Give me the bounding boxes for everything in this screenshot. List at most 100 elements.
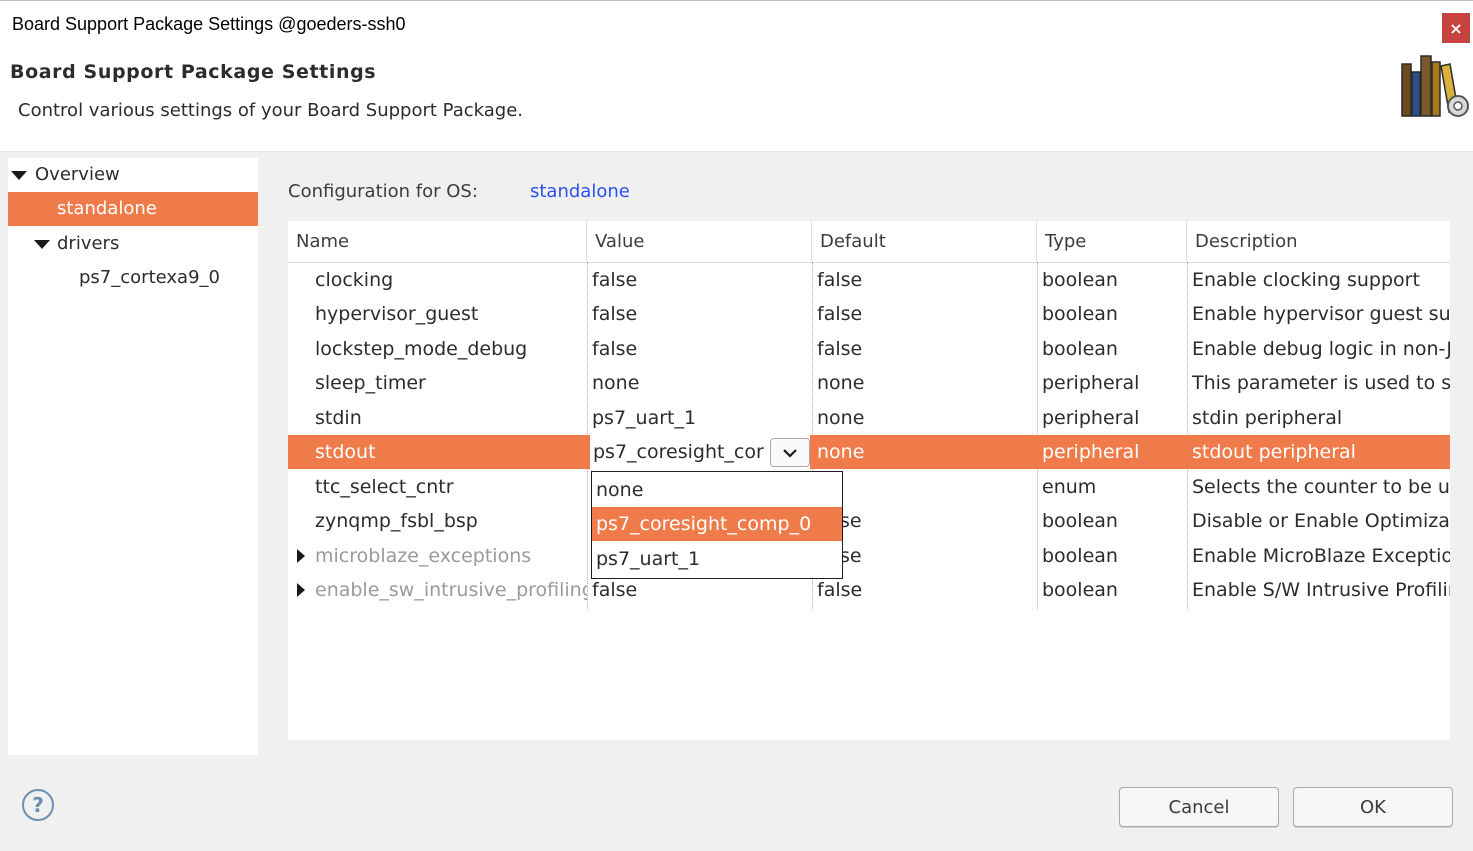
cell-type: boolean — [1042, 579, 1118, 601]
expand-arrow-icon[interactable] — [11, 171, 27, 180]
table-row[interactable]: zynqmp_fsbl_bsp se boolean Disable or En… — [288, 504, 1450, 538]
column-header-value[interactable]: Value — [587, 221, 812, 262]
cell-name: zynqmp_fsbl_bsp — [315, 510, 478, 532]
cell-description: This parameter is used to s — [1192, 372, 1450, 394]
cell-description: Enable debug logic in non-J — [1192, 338, 1450, 360]
expand-arrow-icon[interactable] — [34, 240, 50, 249]
expand-arrow-icon[interactable] — [297, 583, 305, 597]
expand-arrow-icon[interactable] — [297, 549, 305, 563]
cell-name: lockstep_mode_debug — [315, 338, 528, 360]
cell-default: false — [817, 338, 863, 360]
tree-item-drivers[interactable]: drivers — [8, 227, 258, 261]
cell-description: Enable clocking support — [1192, 269, 1420, 291]
dropdown-option[interactable]: none — [592, 473, 842, 507]
value-combo-box[interactable]: ps7_coresight_cor — [590, 435, 810, 469]
cell-type: boolean — [1042, 303, 1118, 325]
config-panel: Configuration for OS: standalone Name Va… — [288, 160, 1450, 740]
tree-item-label: drivers — [57, 233, 120, 254]
cancel-button[interactable]: Cancel — [1119, 787, 1279, 827]
cell-default: false — [817, 303, 863, 325]
cancel-button-label: Cancel — [1168, 796, 1230, 818]
cell-description: Disable or Enable Optimiza — [1192, 510, 1450, 532]
column-header-name[interactable]: Name — [288, 221, 587, 262]
combo-dropdown-button[interactable] — [770, 438, 810, 467]
table-row[interactable]: sleep_timer none none peripheral This pa… — [288, 366, 1450, 400]
cell-description: stdout peripheral — [1192, 441, 1356, 463]
table-row[interactable]: microblaze_exceptions se boolean Enable … — [288, 539, 1450, 573]
cell-default: se — [840, 545, 862, 567]
table-header: Name Value Default Type Description — [288, 221, 1450, 263]
cell-value[interactable]: false — [592, 332, 810, 366]
cell-value[interactable]: false — [592, 263, 810, 297]
cell-description: Selects the counter to be u — [1192, 476, 1450, 498]
chevron-down-icon — [783, 448, 797, 458]
cell-default: false — [817, 579, 863, 601]
close-icon: × — [1449, 18, 1463, 38]
table-row[interactable]: ttc_select_cntr enum Selects the counter… — [288, 470, 1450, 504]
table-row[interactable]: stdin ps7_uart_1 none peripheral stdin p… — [288, 401, 1450, 435]
cell-type: boolean — [1042, 338, 1118, 360]
cell-value[interactable]: ps7_uart_1 — [592, 401, 810, 435]
cell-default: false — [817, 269, 863, 291]
table-row[interactable]: hypervisor_guest false false boolean Ena… — [288, 297, 1450, 331]
cell-name: sleep_timer — [315, 372, 426, 394]
dialog-subtitle: Control various settings of your Board S… — [18, 100, 523, 121]
table-row[interactable]: clocking false false boolean Enable cloc… — [288, 263, 1450, 297]
cell-default: none — [817, 407, 865, 429]
tree-item-ps7-cortexa9-0[interactable]: ps7_cortexa9_0 — [8, 261, 258, 295]
cell-description: Enable MicroBlaze Exceptio — [1192, 545, 1450, 567]
cell-description: Enable hypervisor guest su — [1192, 303, 1450, 325]
cell-name: stdin — [315, 407, 362, 429]
close-button[interactable]: × — [1442, 13, 1470, 43]
tree-item-label: Overview — [35, 164, 120, 185]
cell-type: boolean — [1042, 510, 1118, 532]
tree-item-overview[interactable]: Overview — [8, 158, 258, 192]
cell-type: peripheral — [1042, 407, 1140, 429]
column-header-type[interactable]: Type — [1037, 221, 1187, 262]
cell-description: Enable S/W Intrusive Profilir — [1192, 579, 1450, 601]
cell-value[interactable]: false — [592, 297, 810, 331]
settings-table: Name Value Default Type Description cloc… — [288, 221, 1450, 740]
column-header-description[interactable]: Description — [1187, 221, 1450, 262]
tree-item-label: ps7_cortexa9_0 — [79, 267, 220, 288]
cell-name: stdout — [315, 441, 376, 463]
bsp-tree: Overview standalone drivers ps7_cortexa9… — [8, 158, 258, 755]
table-row[interactable]: enable_sw_intrusive_profiling false fals… — [288, 573, 1450, 607]
cell-type: boolean — [1042, 269, 1118, 291]
cell-type: peripheral — [1042, 372, 1140, 394]
combo-current-value: ps7_coresight_cor — [593, 441, 764, 463]
bsp-books-icon — [1401, 55, 1469, 117]
cell-default — [817, 470, 1035, 504]
table-row[interactable]: lockstep_mode_debug false false boolean … — [288, 332, 1450, 366]
window-title: Board Support Package Settings @goeders-… — [12, 14, 406, 34]
cell-default: se — [840, 510, 862, 532]
cell-default: none — [817, 372, 865, 394]
cell-name: enable_sw_intrusive_profiling — [315, 579, 587, 601]
cell-name: clocking — [315, 269, 394, 291]
config-os-label: Configuration for OS: — [288, 181, 478, 202]
tree-item-label: standalone — [57, 198, 157, 219]
window-titlebar: Board Support Package Settings @goeders-… — [0, 0, 1473, 49]
value-dropdown-list: none ps7_coresight_comp_0 ps7_uart_1 — [591, 471, 843, 579]
cell-name: microblaze_exceptions — [315, 545, 532, 567]
cell-type: peripheral — [1042, 441, 1140, 463]
table-row-selected[interactable]: stdout none peripheral stdout peripheral — [288, 435, 1450, 469]
help-icon[interactable]: ? — [22, 789, 54, 821]
cell-name: hypervisor_guest — [315, 303, 479, 325]
ok-button-label: OK — [1360, 796, 1386, 818]
help-glyph: ? — [32, 793, 44, 817]
dialog-title: Board Support Package Settings — [10, 61, 377, 83]
column-header-default[interactable]: Default — [812, 221, 1037, 262]
dropdown-option[interactable]: ps7_uart_1 — [592, 542, 842, 576]
dialog-header: Board Support Package Settings Control v… — [0, 48, 1473, 152]
cell-description: stdin peripheral — [1192, 407, 1343, 429]
cell-type: enum — [1042, 476, 1097, 498]
cell-type: boolean — [1042, 545, 1118, 567]
ok-button[interactable]: OK — [1293, 787, 1453, 827]
tree-item-standalone[interactable]: standalone — [8, 192, 258, 226]
cell-default: none — [817, 441, 865, 463]
cell-name: ttc_select_cntr — [315, 476, 454, 498]
config-os-link[interactable]: standalone — [530, 181, 630, 202]
cell-value[interactable]: none — [592, 366, 810, 400]
dropdown-option-highlighted[interactable]: ps7_coresight_comp_0 — [592, 507, 842, 541]
